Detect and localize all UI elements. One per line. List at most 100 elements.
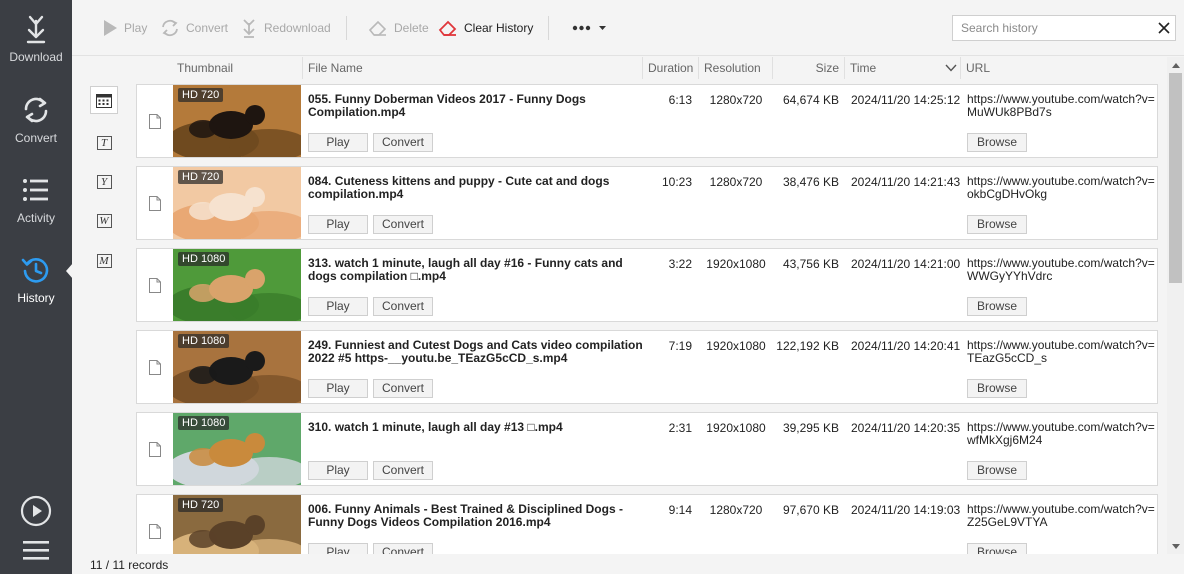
toolbar: Play Convert Redownload Delete Clear His… [72,0,1184,56]
nav-download[interactable]: Download [0,12,72,88]
nav-convert[interactable]: Convert [0,93,72,169]
hamburger-menu-icon [23,541,49,560]
time-completed-value: 2024/11/20 14:21:00 [851,257,961,271]
view-filter-y-button[interactable]: Y [92,170,116,194]
table-row[interactable]: HD 720 084. Cuteness kittens and puppy - … [136,166,1158,240]
row-convert-button[interactable]: Convert [373,461,433,480]
view-calendar-button[interactable] [90,86,118,114]
column-file-name[interactable]: File Name [302,57,642,79]
duration-value: 10:23 [661,175,692,189]
row-play-button[interactable]: Play [308,215,368,234]
quality-badge: HD 1080 [178,252,230,266]
toolbar-delete-button[interactable]: Delete [368,17,429,39]
nav-history[interactable]: History [0,253,72,329]
video-thumbnail[interactable]: HD 1080 [173,413,301,485]
row-play-button[interactable]: Play [308,379,368,398]
column-duration[interactable]: Duration [642,57,698,79]
text-t-icon: T [96,136,112,150]
row-convert-button[interactable]: Convert [373,215,433,234]
nav-activity-label: Activity [16,211,55,225]
download-icon [26,15,46,44]
nav-activity[interactable]: Activity [0,173,72,249]
view-filter-m-button[interactable]: M [92,249,116,273]
row-browse-button[interactable]: Browse [967,379,1027,398]
column-resolution[interactable]: Resolution [698,57,772,79]
column-url[interactable]: URL [960,57,1160,79]
time-completed-value: 2024/11/20 14:20:41 [851,339,961,353]
scrollbar-thumb[interactable] [1169,73,1182,283]
vertical-scrollbar[interactable] [1167,57,1184,554]
table-row[interactable]: HD 1080 310. watch 1 minute, laugh all da… [136,412,1158,486]
url-value[interactable]: https://www.youtube.com/watch?v= MuWUk8PB… [967,93,1157,119]
view-filter-t-button[interactable]: T [92,131,116,155]
url-value[interactable]: https://www.youtube.com/watch?v= okbCgDHv… [967,175,1157,201]
view-filter-w-button[interactable]: W [92,209,116,233]
resolution-value: 1280x720 [709,503,763,517]
table-row[interactable]: HD 720 006. Funny Animals - Best Trained … [136,494,1158,554]
column-time-completed[interactable]: Time Completed [844,57,942,97]
file-icon [149,524,161,539]
size-value: 43,756 KB [782,257,839,271]
view-filter-bar: T Y W M [72,56,136,556]
row-browse-button[interactable]: Browse [967,297,1027,316]
toolbar-clear-history-button[interactable]: Clear History [438,17,533,39]
row-play-button[interactable]: Play [308,543,368,554]
table-row[interactable]: HD 1080 313. watch 1 minute, laugh all da… [136,248,1158,322]
file-name: 084. Cuteness kittens and puppy - Cute c… [308,175,648,201]
toolbar-play-button[interactable]: Play [102,17,147,39]
row-play-button[interactable]: Play [308,461,368,480]
toolbar-more-button[interactable] [572,17,607,39]
row-browse-button[interactable]: Browse [967,215,1027,234]
calendar-icon [96,93,112,108]
url-value[interactable]: https://www.youtube.com/watch?v= Z25GeL9V… [967,503,1157,529]
video-thumbnail[interactable]: HD 720 [173,85,301,157]
video-thumbnail[interactable]: HD 1080 [173,331,301,403]
column-size[interactable]: Size [772,57,844,79]
play-circle-button[interactable] [0,494,72,531]
toolbar-redownload-button[interactable]: Redownload [240,17,331,39]
text-m-icon: M [96,254,112,268]
video-thumbnail[interactable]: HD 720 [173,167,301,239]
column-thumbnail[interactable]: Thumbnail [172,57,302,79]
hamburger-menu-button[interactable] [0,536,72,569]
play-icon [104,20,117,36]
row-convert-button[interactable]: Convert [373,297,433,316]
file-name: 249. Funniest and Cutest Dogs and Cats v… [308,339,648,365]
url-line: TEazG5cCD_s [967,351,1048,365]
row-browse-button[interactable]: Browse [967,133,1027,152]
history-list: HD 720 055. Funny Doberman Videos 2017 - … [136,84,1158,554]
url-line: Z25GeL9VTYA [967,515,1048,529]
quality-badge: HD 1080 [178,416,230,430]
row-browse-button[interactable]: Browse [967,461,1027,480]
toolbar-clear-history-label: Clear History [464,21,534,35]
row-convert-button[interactable]: Convert [373,133,433,152]
scroll-down-button[interactable] [1167,538,1184,554]
table-row[interactable]: HD 720 055. Funny Doberman Videos 2017 - … [136,84,1158,158]
row-play-button[interactable]: Play [308,133,368,152]
resolution-value: 1920x1080 [706,339,766,353]
search-input[interactable] [953,17,1153,39]
video-thumbnail[interactable]: HD 720 [173,495,301,554]
url-value[interactable]: https://www.youtube.com/watch?v= wfMkXgj6… [967,421,1157,447]
table-row[interactable]: HD 1080 249. Funniest and Cutest Dogs and… [136,330,1158,404]
file-icon [149,442,161,457]
row-play-button[interactable]: Play [308,297,368,316]
size-value: 97,670 KB [782,503,839,517]
search-clear-button[interactable] [1153,17,1175,39]
url-value[interactable]: https://www.youtube.com/watch?v= TEazG5cC… [967,339,1157,365]
video-thumbnail[interactable]: HD 1080 [173,249,301,321]
file-name: 055. Funny Doberman Videos 2017 - Funny … [308,93,648,119]
row-browse-button[interactable]: Browse [967,543,1027,554]
url-value[interactable]: https://www.youtube.com/watch?v= WWGyYYhV… [967,257,1157,283]
toolbar-convert-button[interactable]: Convert [160,17,228,39]
url-line: WWGyYYhVdrc [967,269,1053,283]
row-convert-button[interactable]: Convert [373,543,433,554]
quality-badge: HD 1080 [178,334,230,348]
sort-desc-button[interactable] [942,57,960,79]
toolbar-play-label: Play [124,21,148,35]
nav-convert-label: Convert [14,131,58,145]
scroll-up-button[interactable] [1167,57,1184,73]
row-convert-button[interactable]: Convert [373,379,433,398]
arrow-up-icon [1171,62,1180,68]
arrow-down-icon [1171,543,1180,549]
